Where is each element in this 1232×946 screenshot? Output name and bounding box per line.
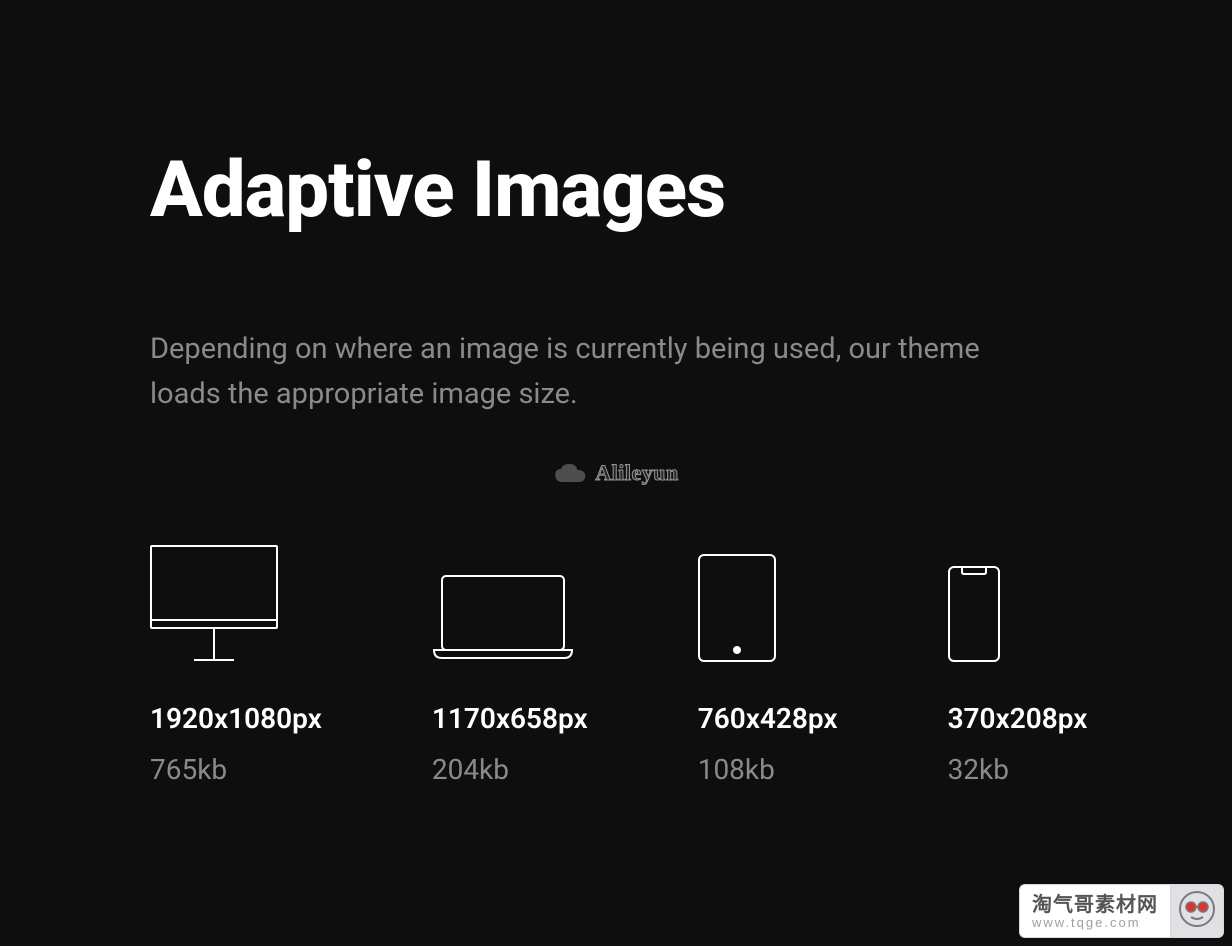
center-watermark-text: Alileyun (595, 460, 678, 486)
tablet-icon (698, 542, 838, 662)
device-filesize: 108kb (698, 753, 838, 786)
page-subtitle: Depending on where an image is currently… (150, 327, 1050, 417)
device-dimensions: 760x428px (698, 702, 838, 735)
glasses-face-icon (1178, 890, 1216, 932)
device-card-laptop: 1170x658px 204kb (432, 542, 588, 786)
device-dimensions: 370x208px (948, 702, 1088, 735)
device-filesize: 765kb (150, 753, 322, 786)
page: Adaptive Images Depending on where an im… (0, 0, 1232, 786)
footer-badge: 淘气哥素材网 www.tqge.com (1019, 884, 1224, 938)
footer-badge-title: 淘气哥素材网 (1032, 894, 1158, 916)
desktop-icon (150, 542, 322, 662)
device-dimensions: 1170x658px (432, 702, 588, 735)
footer-badge-label: 淘气哥素材网 www.tqge.com (1019, 884, 1170, 938)
footer-badge-url: www.tqge.com (1032, 916, 1158, 930)
device-card-tablet: 760x428px 108kb (698, 542, 838, 786)
device-filesize: 32kb (948, 753, 1088, 786)
footer-badge-avatar (1170, 884, 1224, 938)
device-card-phone: 370x208px 32kb (948, 542, 1088, 786)
device-grid: 1920x1080px 765kb 1170x658px 204kb 760x4… (150, 542, 1082, 786)
device-filesize: 204kb (432, 753, 588, 786)
device-card-desktop: 1920x1080px 765kb (150, 542, 322, 786)
phone-icon (948, 542, 1088, 662)
cloud-icon (553, 462, 587, 484)
center-watermark: Alileyun (553, 460, 678, 486)
laptop-icon (432, 542, 588, 662)
device-dimensions: 1920x1080px (150, 702, 322, 735)
page-title: Adaptive Images (150, 150, 1082, 232)
